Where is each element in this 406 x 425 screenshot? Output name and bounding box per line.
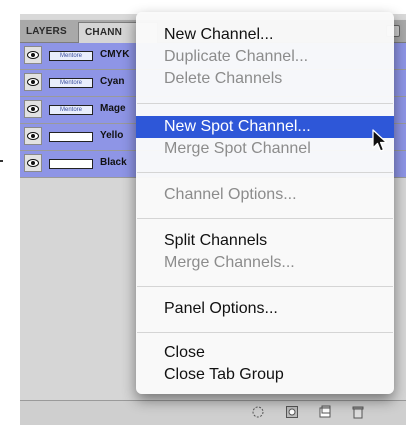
save-selection-icon[interactable] [284, 405, 300, 421]
eye-icon[interactable] [24, 73, 42, 91]
panel-bottom-toolbar [20, 400, 406, 425]
menu-separator [137, 286, 393, 287]
load-selection-icon[interactable] [250, 405, 266, 421]
menu-item-new-channel[interactable]: New Channel... [136, 24, 394, 46]
menu-item-panel-options[interactable]: Panel Options... [136, 298, 394, 320]
menu-item-delete-channels[interactable]: Delete Channels [136, 68, 394, 90]
eye-icon[interactable] [24, 127, 42, 145]
menu-separator [137, 218, 393, 219]
menu-item-close[interactable]: Close [136, 342, 394, 364]
trash-icon[interactable] [350, 405, 366, 421]
channel-thumbnail [49, 159, 93, 169]
new-channel-icon[interactable] [317, 405, 333, 421]
channel-thumbnail: Mentore [49, 105, 93, 115]
channel-thumbnail [49, 132, 93, 142]
menu-item-merge-spot-channel[interactable]: Merge Spot Channel [136, 138, 394, 160]
channel-thumbnail: Mentore [49, 78, 93, 88]
eye-icon[interactable] [24, 100, 42, 118]
edge-mark [0, 160, 3, 162]
channel-name: Yello [100, 130, 124, 141]
cursor-icon [372, 129, 388, 152]
tab-layers[interactable]: LAYERS [26, 22, 80, 42]
channel-name: Black [100, 157, 127, 168]
channel-name: Mage [100, 103, 126, 114]
menu-item-split-channels[interactable]: Split Channels [136, 230, 394, 252]
menu-item-close-tab-group[interactable]: Close Tab Group [136, 364, 394, 386]
channel-name: CMYK [100, 49, 130, 60]
menu-item-new-spot-channel[interactable]: New Spot Channel... [136, 116, 394, 138]
menu-item-channel-options[interactable]: Channel Options... [136, 184, 394, 206]
menu-item-merge-channels[interactable]: Merge Channels... [136, 252, 394, 274]
menu-item-duplicate-channel[interactable]: Duplicate Channel... [136, 46, 394, 68]
panel-flyout-menu: New Channel... Duplicate Channel... Dele… [136, 12, 394, 394]
eye-icon[interactable] [24, 46, 42, 64]
eye-icon[interactable] [24, 154, 42, 172]
channel-name: Cyan [100, 76, 125, 87]
channel-thumbnail: Mentore [49, 51, 93, 61]
menu-separator [137, 332, 393, 333]
menu-separator [137, 172, 393, 173]
menu-separator [137, 103, 393, 104]
